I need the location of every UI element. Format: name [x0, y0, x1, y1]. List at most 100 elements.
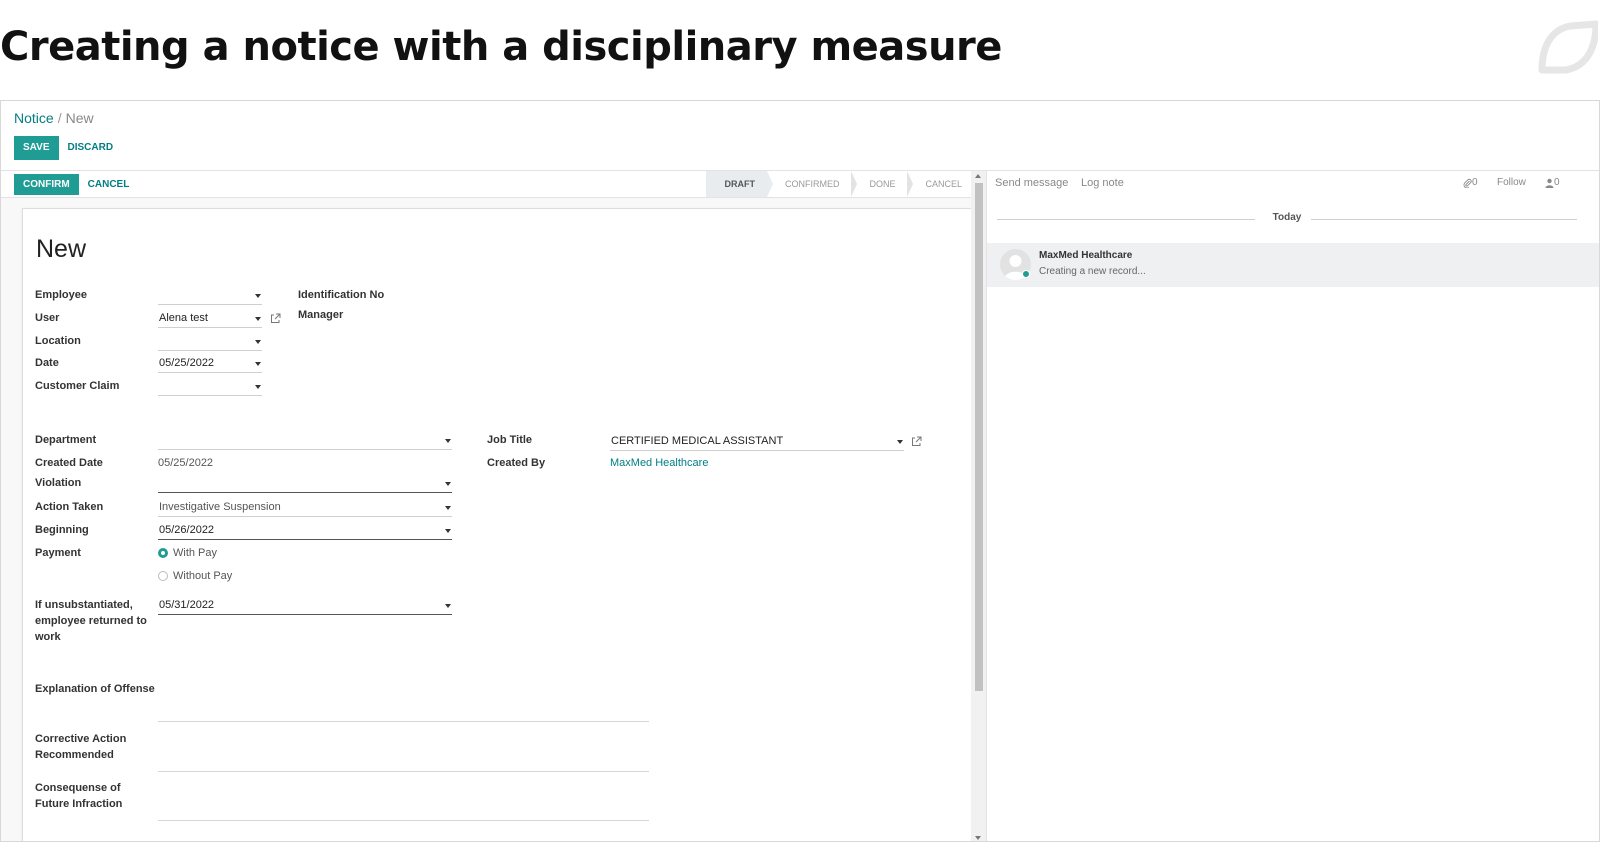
action-taken-dropdown-icon[interactable] — [445, 506, 451, 510]
manager-label: Manager — [298, 309, 344, 321]
location-dropdown-icon[interactable] — [255, 340, 261, 344]
chatter-topbar: Send message Log note 0 Follow 0 — [987, 171, 1599, 198]
beginning-field[interactable]: 05/26/2022 — [158, 522, 452, 540]
returned-to-work-dropdown-icon[interactable] — [445, 604, 451, 608]
with-pay-label[interactable]: With Pay — [173, 546, 217, 560]
paperclip-icon — [1463, 178, 1472, 188]
save-button[interactable]: SAVE — [14, 136, 59, 160]
corrective-action-textarea[interactable] — [158, 771, 649, 772]
consequence-label-line2: Future Infraction — [35, 798, 123, 810]
beginning-label: Beginning — [35, 524, 89, 536]
user-field[interactable]: Alena test — [158, 310, 262, 328]
record-title: New — [36, 235, 87, 263]
without-pay-radio[interactable] — [158, 571, 168, 581]
separator-line-right — [1311, 219, 1577, 220]
employee-dropdown-icon[interactable] — [255, 294, 261, 298]
followers-button[interactable]: 0 — [1545, 177, 1560, 188]
returned-to-work-value: 05/31/2022 — [159, 599, 215, 611]
status-buttons: CONFIRM CANCEL — [14, 174, 138, 195]
date-field[interactable]: 05/25/2022 — [158, 355, 262, 373]
attachments-count: 0 — [1472, 177, 1478, 188]
customer-claim-label: Customer Claim — [35, 380, 120, 392]
job-title-value: CERTIFIED MEDICAL ASSISTANT — [611, 435, 784, 447]
action-taken-field[interactable]: Investigative Suspension — [158, 499, 452, 517]
department-field[interactable] — [158, 432, 452, 450]
today-label: Today — [1272, 212, 1302, 223]
violation-dropdown-icon[interactable] — [445, 482, 451, 486]
online-status-icon — [1022, 270, 1030, 278]
payment-label: Payment — [35, 547, 81, 559]
user-value: Alena test — [159, 312, 208, 324]
scroll-down-icon[interactable] — [975, 836, 981, 840]
user-label: User — [35, 312, 60, 324]
user-icon — [1545, 178, 1554, 188]
scroll-thumb[interactable] — [975, 183, 983, 691]
beginning-value: 05/26/2022 — [159, 524, 215, 536]
cancel-button[interactable]: CANCEL — [79, 174, 139, 195]
violation-field[interactable] — [158, 475, 452, 493]
date-label: Date — [35, 357, 59, 369]
without-pay-label[interactable]: Without Pay — [173, 569, 232, 583]
created-date-label: Created Date — [35, 457, 103, 469]
user-external-link-icon[interactable] — [270, 313, 281, 324]
beginning-dropdown-icon[interactable] — [445, 529, 451, 533]
explanation-label: Explanation of Offense — [35, 683, 155, 695]
returned-to-work-label-line1: If unsubstantiated, — [35, 599, 133, 611]
leaf-logo-icon — [1538, 20, 1598, 74]
confirm-button[interactable]: CONFIRM — [14, 174, 79, 195]
location-label: Location — [35, 335, 81, 347]
statusbar: CONFIRM CANCEL DRAFT CONFIRMED DONE CANC… — [1, 171, 986, 198]
scroll-up-icon[interactable] — [975, 174, 981, 178]
returned-to-work-label-line2: employee returned to — [35, 615, 147, 627]
employee-label: Employee — [35, 289, 87, 301]
chatter-message: MaxMed Healthcare Creating a new record.… — [987, 243, 1599, 287]
consequence-textarea[interactable] — [158, 820, 649, 821]
user-dropdown-icon[interactable] — [255, 317, 261, 321]
created-by-label: Created By — [487, 457, 546, 469]
action-taken-value: Investigative Suspension — [159, 501, 281, 513]
job-title-label: Job Title — [487, 434, 533, 446]
breadcrumb-separator: / — [57, 110, 62, 126]
explanation-textarea[interactable] — [158, 721, 649, 722]
form-buttons: SAVE DISCARD — [14, 136, 122, 160]
stage-cancel[interactable]: CANCEL — [907, 171, 974, 197]
returned-to-work-label-line3: work — [35, 631, 61, 643]
form-sheet: New Employee User Alena test Location Da… — [22, 208, 972, 841]
stage-confirmed[interactable]: CONFIRMED — [766, 171, 857, 197]
corrective-label-line1: Corrective Action — [35, 733, 127, 745]
created-by-value[interactable]: MaxMed Healthcare — [610, 455, 708, 471]
message-body: Creating a new record... — [1039, 266, 1146, 277]
employee-field[interactable] — [158, 287, 262, 305]
action-taken-label: Action Taken — [35, 501, 104, 513]
discard-button[interactable]: DISCARD — [59, 136, 123, 160]
log-note-button[interactable]: Log note — [1081, 177, 1124, 189]
stage-draft[interactable]: DRAFT — [706, 171, 773, 197]
department-label: Department — [35, 434, 97, 446]
department-dropdown-icon[interactable] — [445, 439, 451, 443]
slide-title: Creating a notice with a disciplinary me… — [0, 24, 1002, 70]
job-title-dropdown-icon[interactable] — [897, 440, 903, 444]
customer-claim-field[interactable] — [158, 378, 262, 396]
job-title-external-link-icon[interactable] — [911, 436, 922, 447]
stage-done[interactable]: DONE — [851, 171, 914, 197]
follow-button[interactable]: Follow — [1497, 177, 1526, 188]
date-dropdown-icon[interactable] — [255, 362, 261, 366]
returned-to-work-field[interactable]: 05/31/2022 — [158, 597, 452, 615]
violation-label: Violation — [35, 477, 82, 489]
send-message-button[interactable]: Send message — [995, 177, 1068, 189]
followers-count: 0 — [1554, 177, 1560, 188]
breadcrumb: Notice / New — [14, 110, 94, 126]
control-panel: Notice / New SAVE DISCARD — [1, 101, 1599, 171]
chatter-panel: Send message Log note 0 Follow 0 Today M… — [986, 171, 1599, 841]
breadcrumb-notice-link[interactable]: Notice — [14, 110, 54, 126]
job-title-field[interactable]: CERTIFIED MEDICAL ASSISTANT — [610, 433, 904, 451]
location-field[interactable] — [158, 333, 262, 351]
consequence-label-line1: Consequense of — [35, 782, 121, 794]
message-author[interactable]: MaxMed Healthcare — [1039, 250, 1132, 261]
attachments-button[interactable]: 0 — [1463, 177, 1478, 188]
date-value: 05/25/2022 — [159, 357, 215, 369]
form-scrollbar[interactable] — [971, 171, 986, 841]
customer-claim-dropdown-icon[interactable] — [255, 385, 261, 389]
created-date-value: 05/25/2022 — [158, 457, 214, 469]
with-pay-radio[interactable] — [158, 548, 168, 558]
